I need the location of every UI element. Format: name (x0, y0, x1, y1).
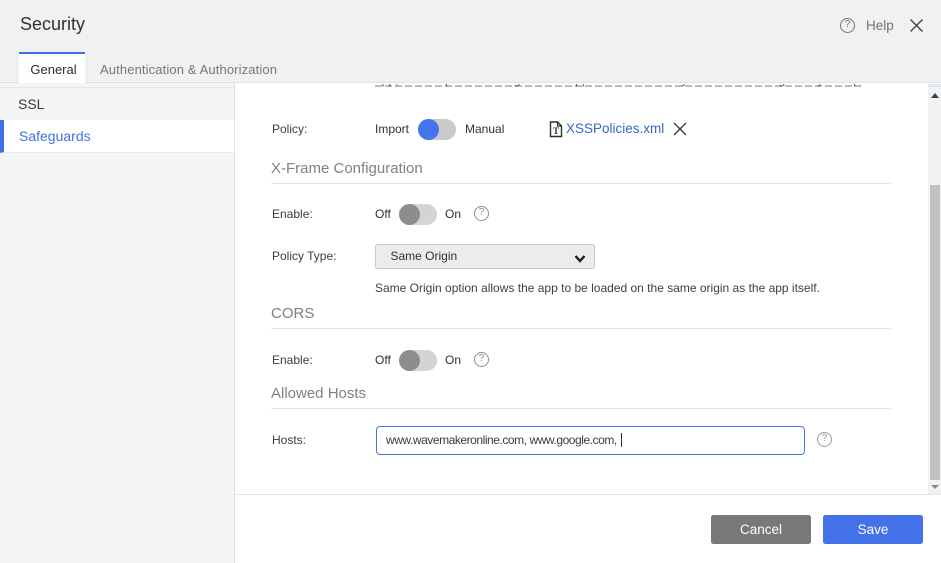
svg-text:T: T (553, 126, 559, 136)
